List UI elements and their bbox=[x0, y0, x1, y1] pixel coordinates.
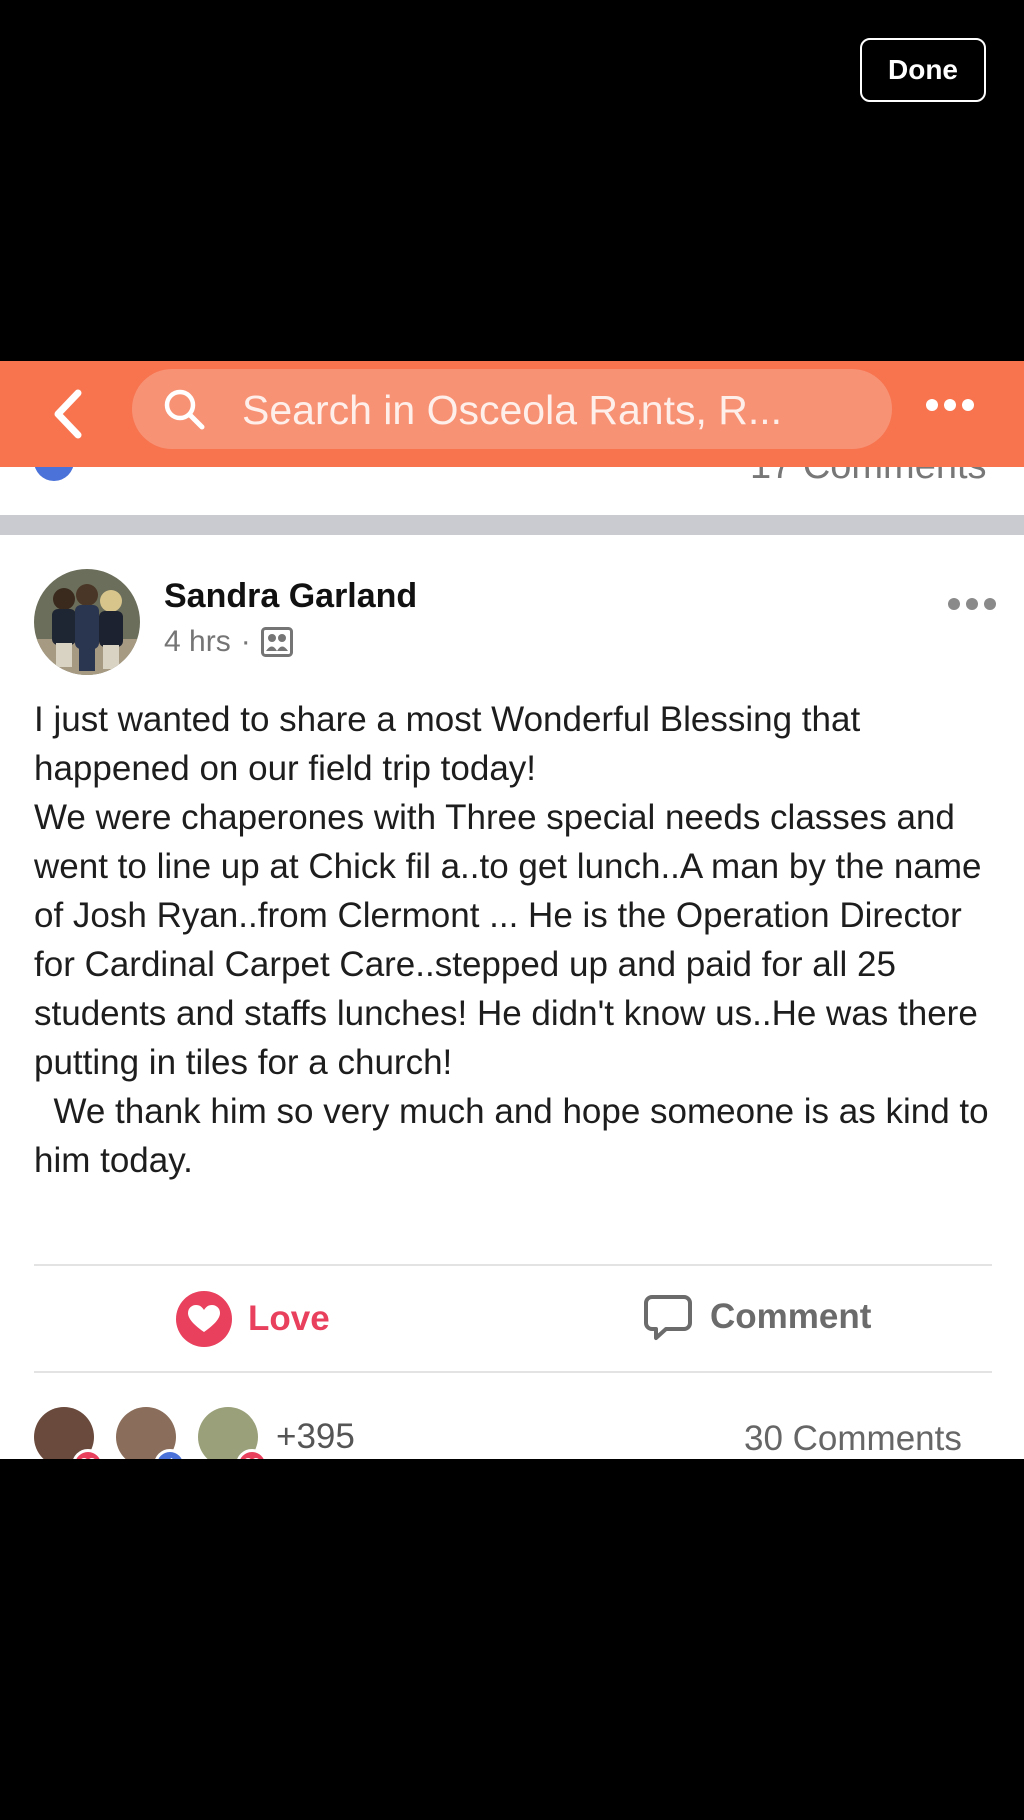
love-button[interactable]: Love bbox=[176, 1291, 330, 1347]
more-dots-icon[interactable] bbox=[926, 399, 974, 411]
reactor-avatar bbox=[198, 1407, 268, 1459]
chevron-left-icon[interactable] bbox=[48, 387, 88, 441]
post-options-icon[interactable] bbox=[948, 598, 996, 610]
meta-separator: · bbox=[240, 625, 251, 658]
love-reaction-icon bbox=[236, 1449, 268, 1459]
heart-icon bbox=[176, 1291, 232, 1347]
reactor-avatar bbox=[34, 1407, 104, 1459]
author-name[interactable]: Sandra Garland bbox=[164, 577, 417, 616]
author-avatar[interactable] bbox=[34, 569, 140, 675]
comment-bubble-icon bbox=[644, 1295, 692, 1340]
action-bar-top-rule bbox=[34, 1264, 992, 1266]
done-button[interactable]: Done bbox=[860, 38, 986, 102]
search-input[interactable]: Search in Osceola Rants, R... bbox=[132, 369, 892, 449]
like-reaction-icon bbox=[154, 1449, 186, 1459]
comments-count[interactable]: 30 Comments bbox=[744, 1419, 962, 1459]
post-meta: 4 hrs · bbox=[164, 625, 293, 659]
search-icon bbox=[164, 389, 205, 430]
search-placeholder: Search in Osceola Rants, R... bbox=[242, 387, 783, 433]
post-time[interactable]: 4 hrs bbox=[164, 625, 231, 659]
post-paragraph: We were chaperones with Three special ne… bbox=[34, 798, 982, 1082]
comment-label: Comment bbox=[710, 1297, 872, 1336]
avatar-photo bbox=[34, 569, 140, 675]
previous-comments-count[interactable]: 17 Comments bbox=[750, 467, 987, 488]
avatar bbox=[34, 467, 74, 481]
reactions-summary[interactable]: +395 bbox=[34, 1407, 355, 1459]
post-text: I just wanted to share a most Wonderful … bbox=[34, 695, 994, 1185]
screenshot-content: Search in Osceola Rants, R... 17 Comment… bbox=[0, 361, 1024, 1459]
comment-button[interactable]: Comment bbox=[644, 1293, 871, 1341]
action-bar-bottom-rule bbox=[34, 1371, 992, 1373]
love-label: Love bbox=[248, 1299, 330, 1338]
love-reaction-icon bbox=[72, 1449, 104, 1459]
app-header: Search in Osceola Rants, R... bbox=[0, 361, 1024, 467]
previous-post-footer: 17 Comments bbox=[0, 467, 1024, 507]
post-divider bbox=[0, 515, 1024, 535]
post-paragraph: We thank him so very much and hope someo… bbox=[34, 1092, 989, 1180]
group-icon bbox=[260, 627, 293, 657]
reactor-avatar bbox=[116, 1407, 186, 1459]
post-paragraph: I just wanted to share a most Wonderful … bbox=[34, 700, 861, 788]
reaction-count: +395 bbox=[276, 1417, 355, 1456]
